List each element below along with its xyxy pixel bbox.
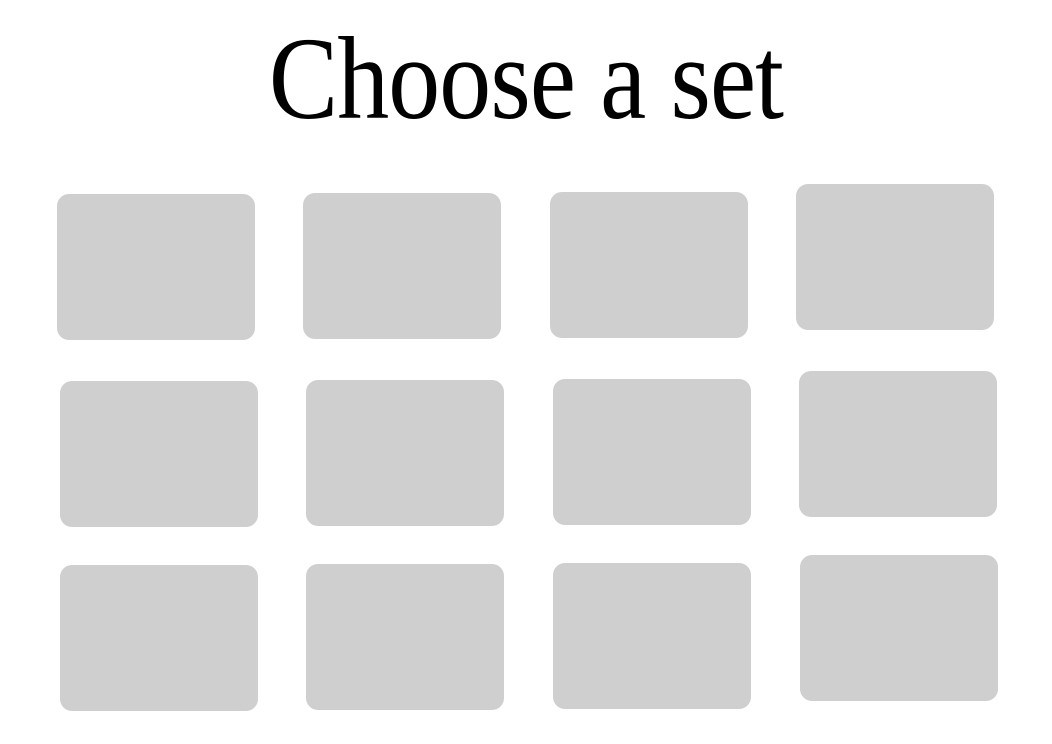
page-title: Choose a set bbox=[268, 13, 784, 144]
set-card[interactable] bbox=[796, 184, 994, 330]
set-card[interactable] bbox=[800, 555, 998, 701]
set-card[interactable] bbox=[57, 194, 255, 340]
set-card[interactable] bbox=[799, 371, 997, 517]
set-card[interactable] bbox=[553, 563, 751, 709]
set-card[interactable] bbox=[550, 192, 748, 338]
set-card[interactable] bbox=[60, 381, 258, 527]
set-card[interactable] bbox=[60, 565, 258, 711]
set-card[interactable] bbox=[303, 193, 501, 339]
set-card[interactable] bbox=[306, 564, 504, 710]
set-card[interactable] bbox=[553, 379, 751, 525]
set-card[interactable] bbox=[306, 380, 504, 526]
